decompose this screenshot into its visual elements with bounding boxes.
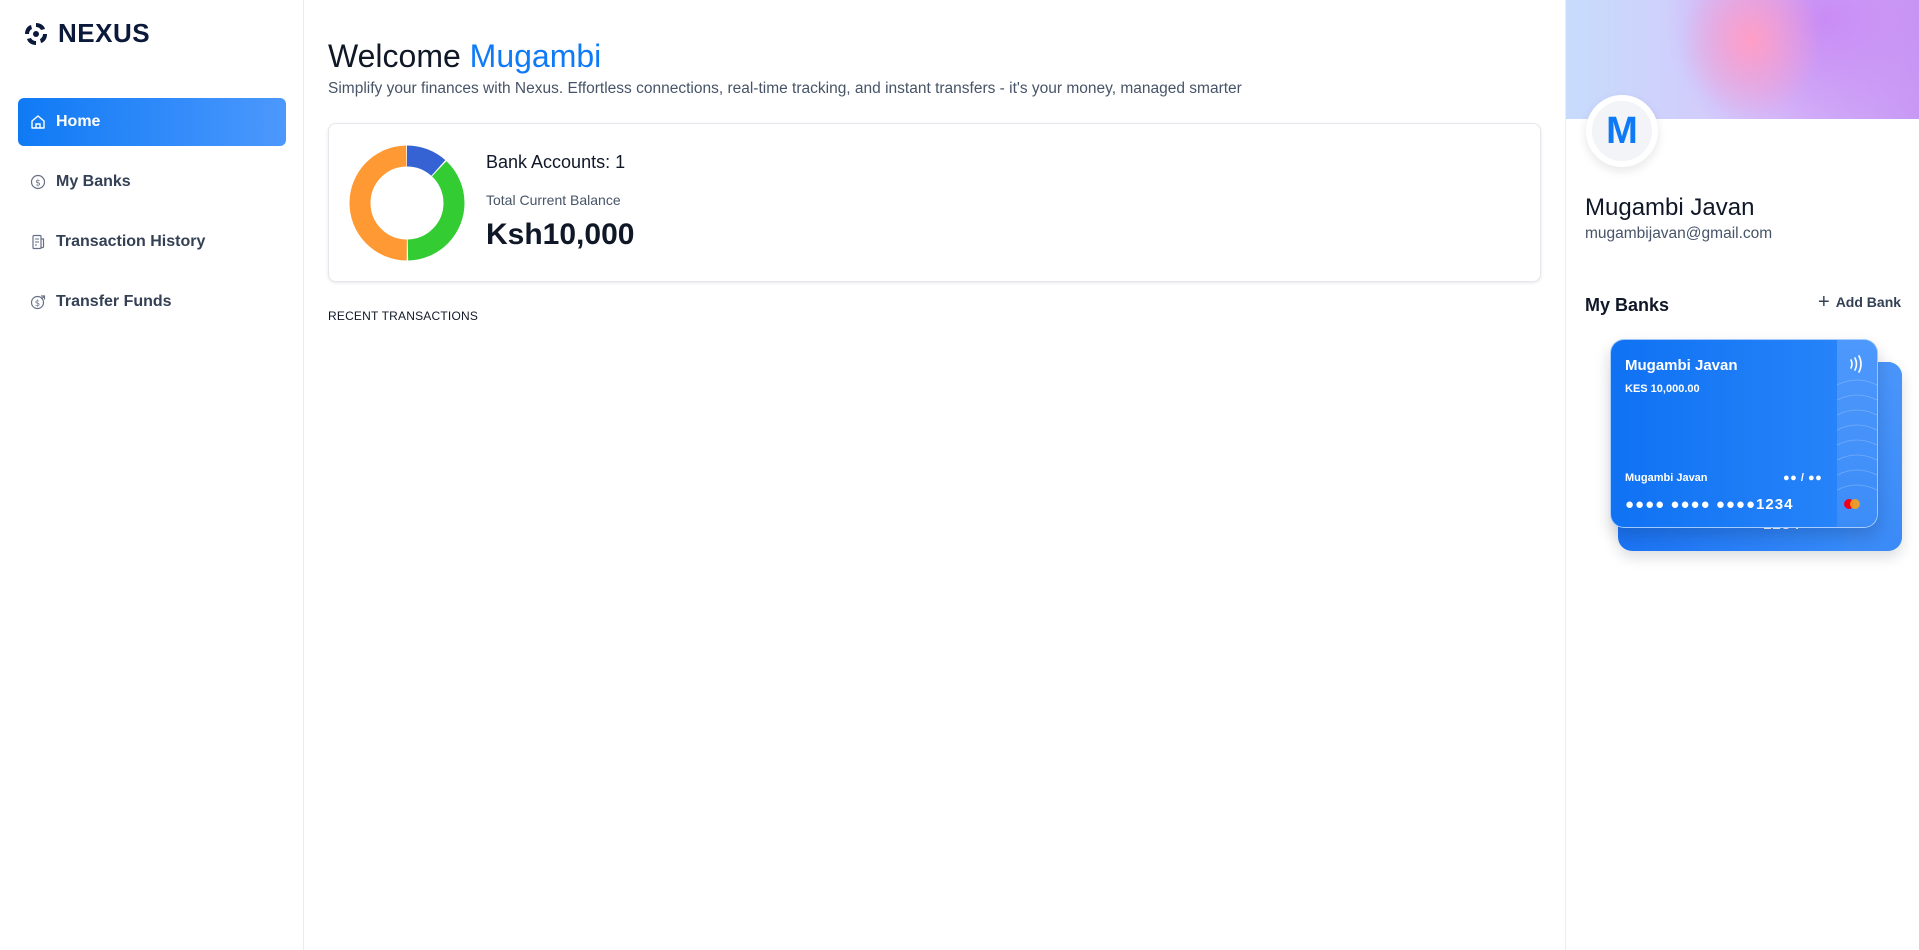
nexus-logo-icon [25,22,47,45]
home-icon [30,114,46,130]
brand-name: NEXUS [58,18,151,48]
card-number: ●●●● ●●●● ●●●●1234 [1625,496,1794,513]
card-holder-name: Mugambi Javan [1625,357,1738,374]
dollar-circle-icon: $ [30,174,46,190]
my-banks-heading: My Banks [1585,295,1670,315]
sidebar: NEXUS Home $ My Banks Transaction Histor… [0,0,304,950]
card-balance: KES 10,000.00 [1625,383,1700,395]
avatar[interactable]: M [1586,95,1658,167]
total-balance-card: Bank Accounts: 1 Total Current Balance K… [328,123,1541,282]
recent-transactions-heading: RECENT TRANSACTIONS [328,309,479,323]
sidebar-nav: Home $ My Banks Transaction History $ Tr… [18,98,286,338]
mastercard-icon [1844,499,1860,509]
balance-donut-chart [349,145,465,261]
add-bank-button[interactable]: + Add Bank [1818,291,1902,313]
contactless-icon [1850,355,1862,373]
page-title: Welcome Mugambi [328,38,601,75]
page-subtitle: Simplify your finances with Nexus. Effor… [328,80,1242,97]
profile-name: Mugambi Javan [1585,194,1755,221]
sidebar-item-transaction-history[interactable]: Transaction History [18,218,286,266]
greeting-text: Welcome [328,38,461,74]
plus-icon: + [1818,291,1830,313]
svg-text:$: $ [35,179,41,189]
sidebar-item-transfer-funds[interactable]: $ Transfer Funds [18,278,286,326]
sidebar-item-home[interactable]: Home [18,98,286,146]
total-balance-value: Ksh10,000 [486,218,635,251]
user-first-name: Mugambi [469,38,602,74]
sidebar-item-label: My Banks [56,173,131,190]
sidebar-item-my-banks[interactable]: $ My Banks [18,158,286,206]
bank-accounts-count: Bank Accounts: 1 [486,152,626,172]
sidebar-item-label: Transfer Funds [56,293,172,310]
brand[interactable]: NEXUS [22,18,150,49]
right-sidebar: M Mugambi Javan mugambijavan@gmail.com M… [1565,0,1919,950]
sidebar-item-label: Home [56,113,101,130]
card-holder-name-bottom: Mugambi Javan [1625,472,1708,484]
sidebar-item-label: Transaction History [56,233,206,250]
total-balance-label: Total Current Balance [486,192,621,208]
card-expiry: ●● / ●● [1783,472,1823,484]
money-send-icon: $ [30,294,46,310]
receipt-icon [30,234,46,250]
main-content: Welcome Mugambi Simplify your finances w… [305,0,1565,950]
profile-email: mugambijavan@gmail.com [1585,225,1773,242]
svg-text:$: $ [35,299,40,309]
bank-card[interactable]: Mugambi Javan KES 10,000.00 Mugambi Java… [1610,339,1878,528]
add-bank-label: Add Bank [1835,294,1902,310]
